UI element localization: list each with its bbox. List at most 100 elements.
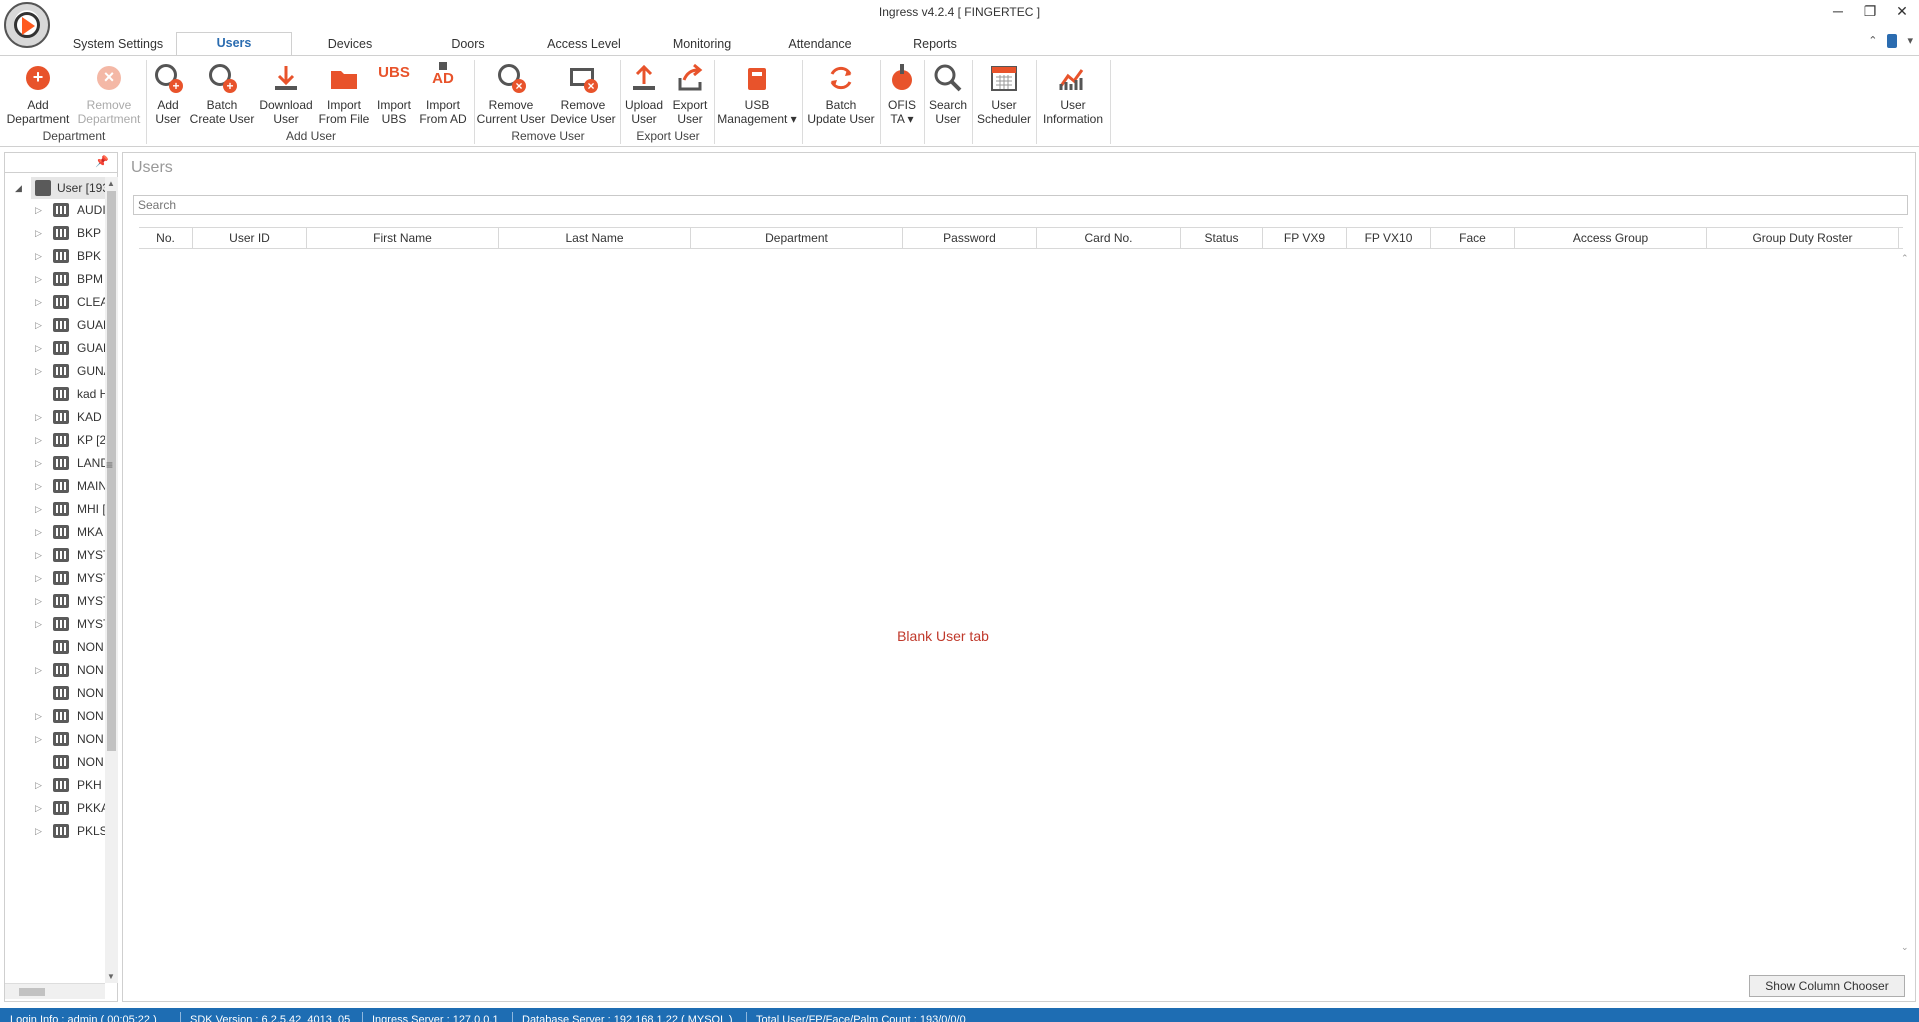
- import-from-ad-button[interactable]: AD Import From AD: [416, 62, 470, 126]
- user-scheduler-button[interactable]: User Scheduler: [974, 62, 1034, 126]
- scroll-thumb-horizontal[interactable]: [19, 988, 45, 996]
- show-column-chooser-button[interactable]: Show Column Chooser: [1749, 975, 1905, 997]
- expand-arrow-icon[interactable]: ▷: [35, 360, 42, 382]
- tree-item-department[interactable]: ▷ KP [2: [5, 429, 105, 451]
- expand-arrow-icon[interactable]: ▷: [35, 544, 42, 566]
- tree-item-department[interactable]: ▷ MYST: [5, 590, 105, 612]
- help-icon[interactable]: [1887, 34, 1898, 48]
- tree-item-department[interactable]: ▷ GUAR: [5, 314, 105, 336]
- expand-arrow-icon[interactable]: ▷: [35, 820, 42, 842]
- tree-item-department[interactable]: ▷ MYST: [5, 544, 105, 566]
- expand-arrow-icon[interactable]: ▷: [35, 245, 42, 267]
- column-header-access-group[interactable]: Access Group: [1515, 228, 1707, 249]
- scroll-up-icon[interactable]: ▲: [107, 179, 115, 188]
- batch-create-user-button[interactable]: + Batch Create User: [188, 62, 256, 126]
- tree-item-department[interactable]: ▷ BPK [: [5, 245, 105, 267]
- expand-arrow-icon[interactable]: ▷: [35, 567, 42, 589]
- close-icon[interactable]: ✕: [1893, 2, 1911, 20]
- expand-arrow-icon[interactable]: ▷: [35, 222, 42, 244]
- column-header-group-duty-roster[interactable]: Group Duty Roster: [1707, 228, 1899, 249]
- upload-user-button[interactable]: Upload User: [622, 62, 666, 126]
- expand-arrow-icon[interactable]: ▷: [35, 613, 42, 635]
- remove-device-user-button[interactable]: × Remove Device User: [548, 62, 618, 126]
- tree-item-department[interactable]: ▷ GUNA: [5, 360, 105, 382]
- expand-arrow-icon[interactable]: ▷: [35, 406, 42, 428]
- tree-item-department[interactable]: ▷ MHI [: [5, 498, 105, 520]
- column-header-card-no[interactable]: Card No.: [1037, 228, 1181, 249]
- search-input[interactable]: [133, 195, 1908, 215]
- tree-item-department[interactable]: ▷ BKP [: [5, 222, 105, 244]
- batch-update-user-button[interactable]: Batch Update User: [806, 62, 876, 126]
- column-header-face[interactable]: Face: [1431, 228, 1515, 249]
- tab-monitoring[interactable]: Monitoring: [640, 34, 764, 56]
- tree-item-department[interactable]: ▷ LAND: [5, 452, 105, 474]
- tree-item-department[interactable]: ▷ NON: [5, 705, 105, 727]
- grid-vertical-scrollbar[interactable]: ⌃ ⌄: [1899, 253, 1911, 953]
- expand-arrow-icon[interactable]: ▷: [35, 429, 42, 451]
- grid-scroll-down-icon[interactable]: ⌄: [1901, 942, 1909, 953]
- pin-icon[interactable]: 📌: [95, 155, 109, 168]
- tree-item-department[interactable]: ▷ PKKA: [5, 797, 105, 819]
- tab-devices[interactable]: Devices: [292, 34, 408, 56]
- user-information-button[interactable]: User Information: [1038, 62, 1108, 126]
- expand-arrow-icon[interactable]: ▷: [35, 498, 42, 520]
- tree-horizontal-scrollbar[interactable]: [5, 983, 105, 999]
- minimize-icon[interactable]: ─: [1829, 2, 1847, 20]
- panel-splitter-handle[interactable]: ≡: [106, 458, 113, 472]
- scroll-down-icon[interactable]: ▼: [107, 972, 115, 981]
- search-user-button[interactable]: Search User: [926, 62, 970, 126]
- expand-arrow-icon[interactable]: ▷: [35, 337, 42, 359]
- tree-item-department[interactable]: ▷ KAD: [5, 406, 105, 428]
- import-ubs-button[interactable]: UBS Import UBS: [374, 62, 414, 126]
- tree-item-department[interactable]: NON: [5, 636, 105, 658]
- tree-item-department[interactable]: ▷ MYST: [5, 567, 105, 589]
- column-header-last-name[interactable]: Last Name: [499, 228, 691, 249]
- column-header-user-id[interactable]: User ID: [193, 228, 307, 249]
- expand-arrow-icon[interactable]: ▷: [35, 705, 42, 727]
- expand-arrow-icon[interactable]: ▷: [35, 521, 42, 543]
- tree-item-department[interactable]: ▷ NON: [5, 728, 105, 750]
- expand-arrow-icon[interactable]: ▷: [35, 774, 42, 796]
- tab-system-settings[interactable]: System Settings: [60, 34, 176, 56]
- expand-arrow-icon[interactable]: ▷: [35, 314, 42, 336]
- export-user-button[interactable]: Export User: [668, 62, 712, 126]
- tree-item-department[interactable]: ▷ MAIN: [5, 475, 105, 497]
- tree-item-department[interactable]: ▷ NON: [5, 659, 105, 681]
- expand-arrow-icon[interactable]: ▷: [35, 452, 42, 474]
- tree-item-department[interactable]: ▷ PKLS: [5, 820, 105, 842]
- expand-arrow-icon[interactable]: ▷: [35, 797, 42, 819]
- expand-arrow-icon[interactable]: ▷: [35, 291, 42, 313]
- grid-scroll-up-icon[interactable]: ⌃: [1901, 253, 1909, 264]
- tree-item-department[interactable]: ▷ CLEA: [5, 291, 105, 313]
- expand-arrow-icon[interactable]: ▷: [35, 475, 42, 497]
- remove-department-button[interactable]: × Remove Department: [74, 62, 144, 126]
- tab-doors[interactable]: Doors: [408, 34, 528, 56]
- tree-item-department[interactable]: ▷ MYST: [5, 613, 105, 635]
- collapse-ribbon-icon[interactable]: ⌃: [1868, 34, 1877, 48]
- tab-access-level[interactable]: Access Level: [528, 34, 640, 56]
- collapse-arrow-icon[interactable]: ◢: [15, 177, 22, 199]
- tab-attendance[interactable]: Attendance: [764, 34, 876, 56]
- tab-reports[interactable]: Reports: [876, 34, 994, 56]
- expand-arrow-icon[interactable]: ▷: [35, 590, 42, 612]
- column-header-password[interactable]: Password: [903, 228, 1037, 249]
- usb-management-button[interactable]: USB Management ▾: [716, 62, 798, 126]
- expand-arrow-icon[interactable]: ▷: [35, 268, 42, 290]
- tree-item-department[interactable]: ▷ AUDIT: [5, 199, 105, 221]
- tree-root-user[interactable]: ◢ User [193]: [5, 177, 105, 199]
- column-header-status[interactable]: Status: [1181, 228, 1263, 249]
- tree-item-department[interactable]: ▷ PKH [: [5, 774, 105, 796]
- expand-arrow-icon[interactable]: ▷: [35, 659, 42, 681]
- tree-item-department[interactable]: NON: [5, 751, 105, 773]
- tree-item-department[interactable]: ▷ BPM: [5, 268, 105, 290]
- column-header-fp-vx10[interactable]: FP VX10: [1347, 228, 1431, 249]
- column-header-fp-vx9[interactable]: FP VX9: [1263, 228, 1347, 249]
- expand-arrow-icon[interactable]: ▷: [35, 199, 42, 221]
- expand-arrow-icon[interactable]: ▷: [35, 728, 42, 750]
- tree-item-department[interactable]: kad H: [5, 383, 105, 405]
- tree-item-department[interactable]: ▷ MKA: [5, 521, 105, 543]
- tree-item-department[interactable]: NON: [5, 682, 105, 704]
- ribbon-dropdown-icon[interactable]: ▾: [1907, 34, 1913, 48]
- tab-users[interactable]: Users: [176, 32, 292, 56]
- add-department-button[interactable]: + Add Department: [4, 62, 72, 126]
